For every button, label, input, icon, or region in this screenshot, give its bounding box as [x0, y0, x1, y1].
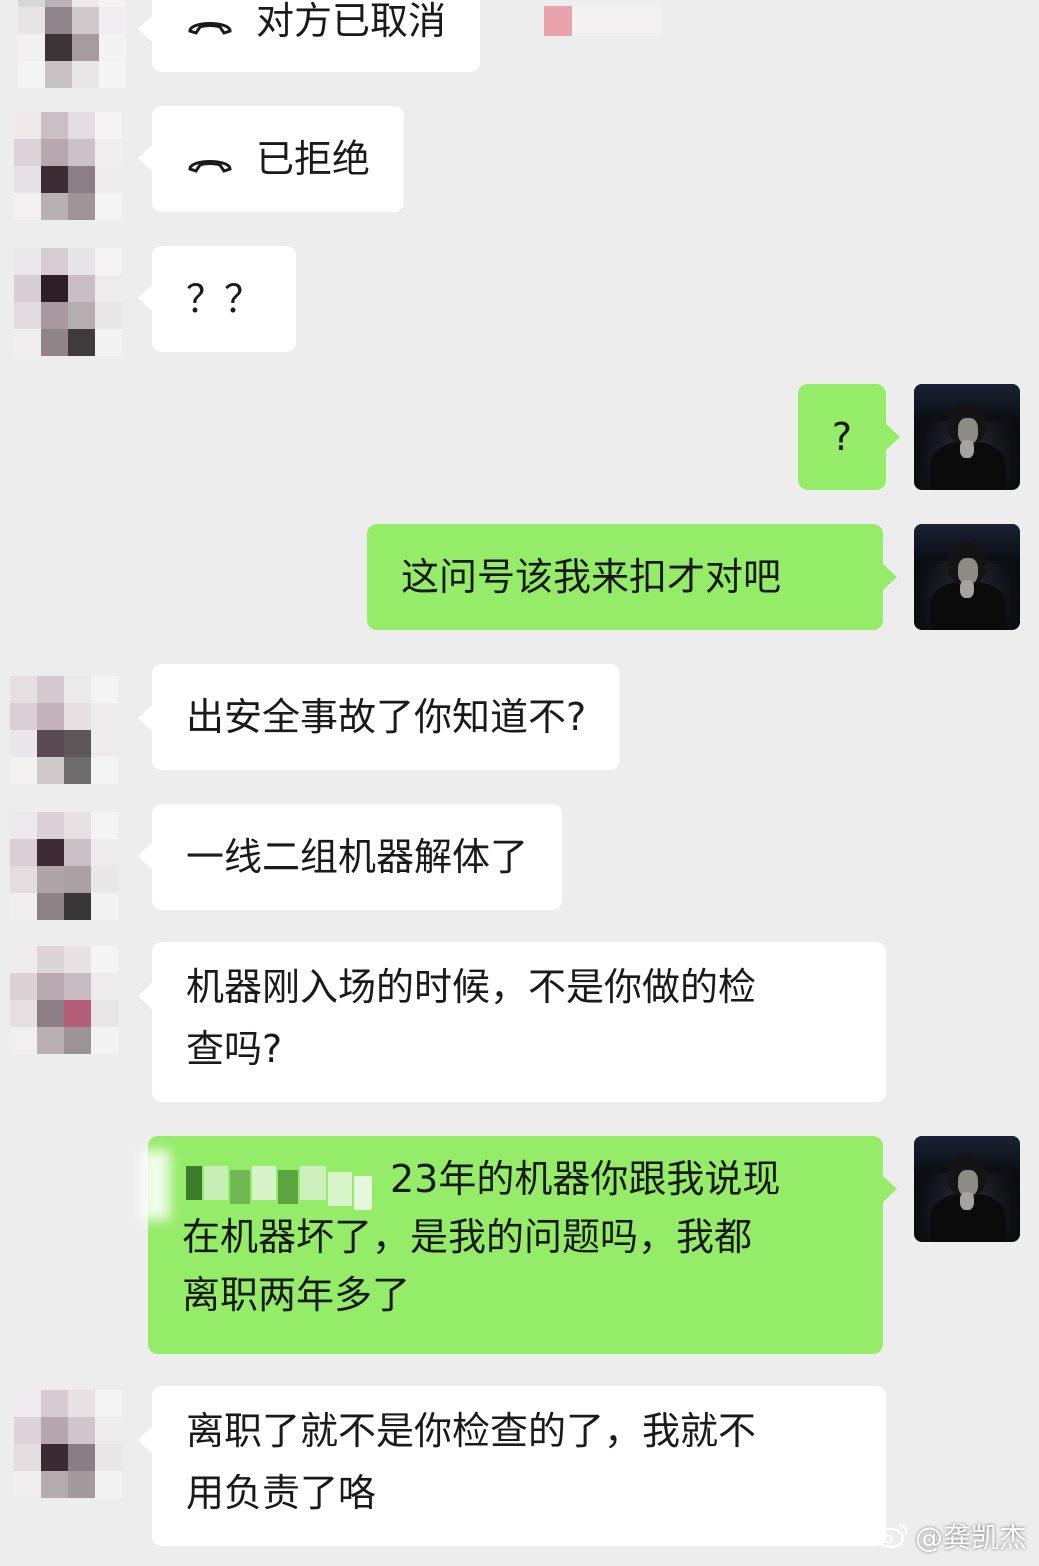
message-text: ？？ [186, 277, 263, 321]
contact-avatar[interactable] [14, 1390, 122, 1498]
phone-hangup-icon [186, 109, 234, 215]
message-text: ? [831, 415, 853, 459]
call-bubble[interactable]: 已拒绝 [152, 106, 405, 215]
message-text: 出安全事故了你知道不? [186, 695, 587, 739]
watermark-text: @龚凯杰 [914, 1520, 1027, 1554]
watermark: @龚凯杰 [875, 1516, 1027, 1557]
message-text-line: 在机器坏了，是我的问题吗，我都 [182, 1215, 753, 1259]
message-text: 这问号该我来扣才对吧 [401, 555, 782, 599]
message-text-line: 23年的机器你跟我说现 [390, 1157, 781, 1201]
message-bubble[interactable]: 一线二组机器解体了 [152, 804, 563, 910]
contact-avatar[interactable] [10, 946, 118, 1054]
message-bubble[interactable]: 这问号该我来扣才对吧 [367, 524, 883, 630]
message-text-line: 离职两年多了 [182, 1273, 411, 1317]
message-text-line: 用负责了咯 [186, 1471, 377, 1515]
call-status-text: 对方已取消 [256, 0, 447, 43]
user-avatar[interactable] [914, 1136, 1020, 1242]
message-bubble[interactable]: 23年的机器你跟我说现 在机器坏了，是我的问题吗，我都 离职两年多了 [148, 1136, 883, 1354]
phone-hangup-icon [186, 0, 234, 75]
redaction-pixel [572, 6, 662, 36]
contact-avatar[interactable] [10, 676, 118, 784]
contact-avatar[interactable] [18, 0, 126, 88]
message-bubble[interactable]: ? [798, 384, 886, 490]
message-text: 一线二组机器解体了 [186, 835, 529, 879]
contact-avatar[interactable] [14, 248, 122, 356]
weibo-icon [875, 1521, 909, 1556]
contact-avatar[interactable] [10, 812, 118, 920]
user-avatar[interactable] [914, 524, 1020, 630]
redaction-pixel [544, 6, 572, 36]
message-bubble[interactable]: 机器刚入场的时候，不是你做的检 查吗? [152, 942, 886, 1102]
redaction-blur [140, 1150, 170, 1220]
call-bubble[interactable]: 对方已取消 [152, 0, 481, 75]
contact-avatar[interactable] [14, 112, 122, 220]
message-bubble[interactable]: ？？ [152, 246, 297, 352]
message-text-line: 离职了就不是你检查的了，我就不 [186, 1409, 757, 1453]
message-text-line: 查吗? [186, 1027, 283, 1071]
message-bubble[interactable]: 离职了就不是你检查的了，我就不 用负责了咯 [152, 1386, 886, 1546]
user-avatar[interactable] [914, 384, 1020, 490]
message-bubble[interactable]: 出安全事故了你知道不? [152, 664, 621, 770]
redacted-text [182, 1162, 390, 1210]
message-text-line: 机器刚入场的时候，不是你做的检 [186, 965, 757, 1009]
call-status-text: 已拒绝 [256, 137, 371, 181]
